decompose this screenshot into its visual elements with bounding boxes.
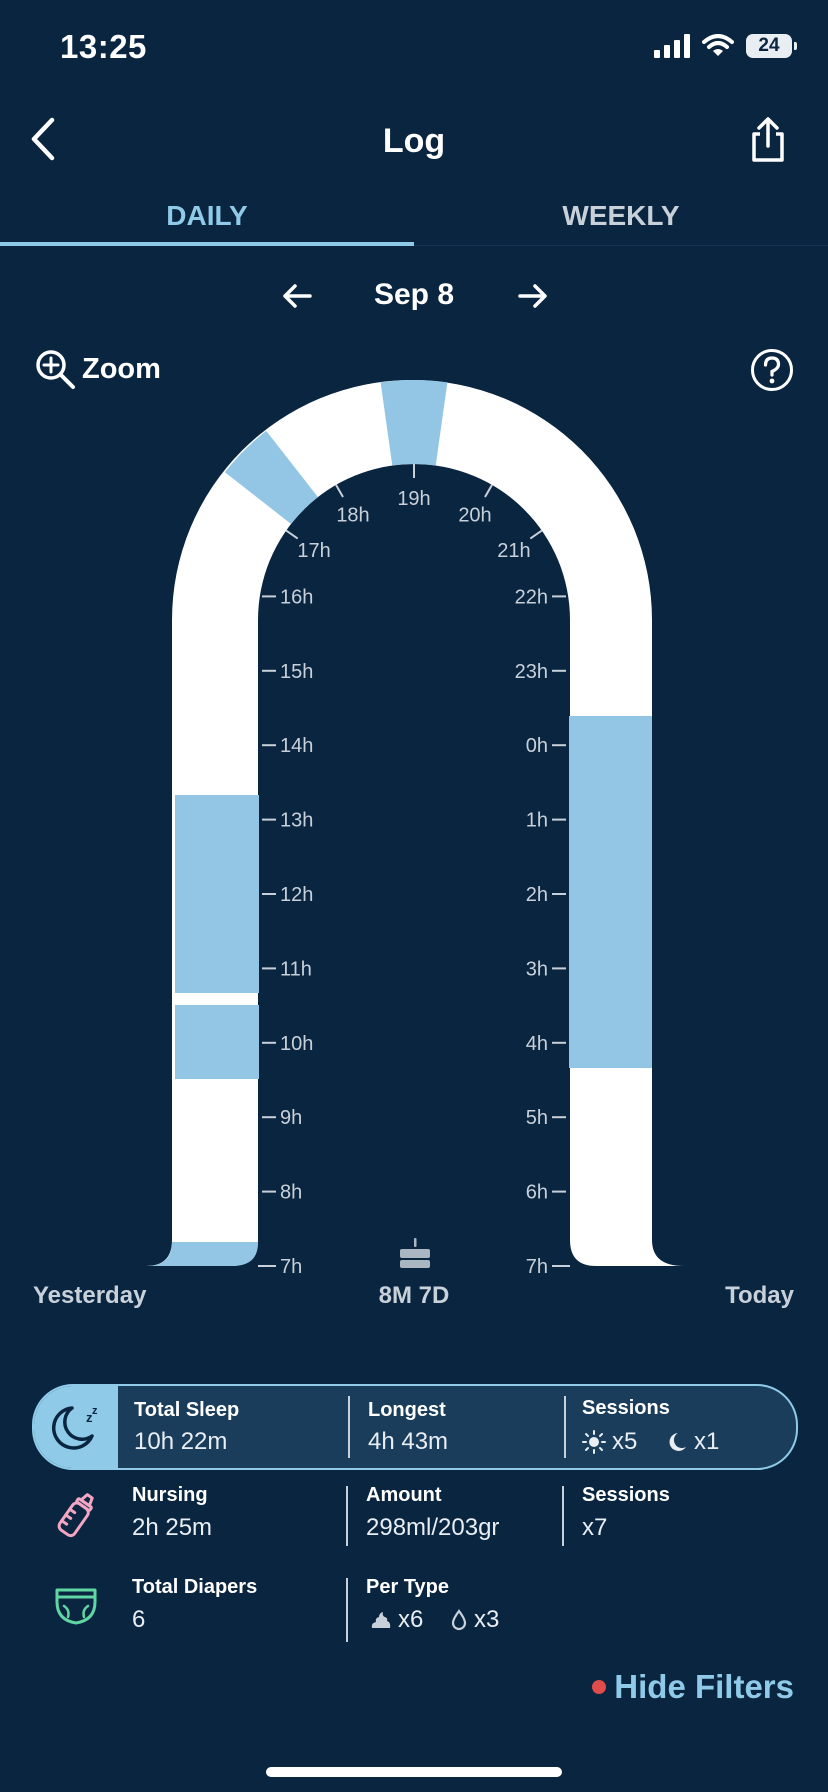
wet-count: x3 — [450, 1606, 499, 1634]
amount-label: Amount — [366, 1484, 442, 1506]
hour-label: 17h — [297, 540, 330, 562]
row-divider — [562, 1486, 564, 1546]
previous-day-arrow-icon[interactable] — [278, 276, 318, 316]
hour-tick — [484, 484, 493, 498]
day-sessions-count: x5 — [612, 1428, 638, 1455]
nursing-row[interactable]: Nursing 2h 25m Amount 298ml/203gr Sessio… — [32, 1480, 794, 1550]
hour-label: 0h — [526, 735, 548, 757]
hour-label: 15h — [280, 661, 313, 683]
hour-label: 12h — [280, 884, 313, 906]
longest-sleep-value: 4h 43m — [368, 1428, 449, 1455]
nursing-sessions-value: x7 — [582, 1514, 608, 1541]
hour-label: 4h — [526, 1033, 548, 1055]
hour-tick — [335, 484, 344, 498]
diaper-icon — [55, 1588, 97, 1625]
night-sleeps: x1 — [666, 1428, 719, 1456]
sleep-segment — [175, 1005, 259, 1079]
moon-icon — [669, 1433, 686, 1451]
hour-label: 18h — [336, 504, 369, 526]
tab-active-indicator — [0, 242, 414, 246]
sleep-segment — [175, 795, 259, 993]
water-drop-icon — [451, 1609, 467, 1631]
battery-level: 24 — [758, 35, 780, 56]
hour-label: 5h — [526, 1107, 548, 1129]
cellular-signal-icon — [654, 34, 690, 58]
amount-value: 298ml/203gr — [366, 1514, 500, 1541]
hour-label: 16h — [280, 586, 313, 608]
hour-label: 9h — [280, 1107, 302, 1129]
sleep-moon-icon: z z — [51, 1405, 98, 1450]
page-title: Log — [382, 122, 446, 160]
wifi-icon — [702, 34, 734, 56]
baby-bottle-icon — [57, 1493, 94, 1538]
sun-icon — [582, 1430, 606, 1454]
home-indicator — [266, 1767, 562, 1777]
hour-label: 2h — [526, 884, 548, 906]
total-diapers-label: Total Diapers — [132, 1576, 258, 1598]
day-naps: x5 — [582, 1428, 637, 1456]
next-day-arrow-icon[interactable] — [512, 276, 552, 316]
hour-label: 3h — [526, 958, 548, 980]
sleep-icon-box: z z — [34, 1386, 118, 1468]
hour-label: 8h — [280, 1182, 302, 1204]
birthday-cake-icon — [400, 1238, 430, 1268]
hour-label: 11h — [280, 958, 312, 980]
poop-count-value: x6 — [398, 1606, 424, 1633]
hour-label: 13h — [280, 810, 313, 832]
date-label: Sep 8 — [373, 278, 455, 311]
poop-icon — [371, 1612, 391, 1628]
sleep-sessions-label: Sessions — [582, 1397, 670, 1419]
nursing-label: Nursing — [132, 1484, 208, 1506]
poop-count: x6 — [370, 1606, 423, 1634]
hour-label: 19h — [397, 488, 430, 510]
hour-label: 14h — [280, 735, 313, 757]
hour-label: 23h — [515, 661, 548, 683]
longest-sleep-label: Longest — [368, 1399, 446, 1421]
hour-label: 7h — [526, 1256, 548, 1278]
sleep-summary-card[interactable]: z z Total Sleep 10h 22m Longest 4h 43m S… — [32, 1384, 798, 1470]
diapers-row[interactable]: Total Diapers 6 Per Type x6 x3 — [32, 1572, 794, 1642]
card-divider — [564, 1396, 566, 1458]
hour-label: 22h — [515, 586, 548, 608]
hide-filters-label: Hide Filters — [614, 1668, 794, 1705]
tab-weekly[interactable]: WEEKLY — [414, 200, 828, 232]
baby-age-label: 8M 7D — [378, 1282, 450, 1309]
hour-tick — [285, 529, 299, 540]
sleep-segment — [380, 380, 448, 466]
nursing-sessions-label: Sessions — [582, 1484, 670, 1506]
status-time: 13:25 — [60, 28, 147, 65]
total-sleep-label: Total Sleep — [134, 1399, 240, 1421]
hour-label: 10h — [280, 1033, 313, 1055]
per-type-label: Per Type — [366, 1576, 449, 1598]
hour-label: 21h — [497, 540, 530, 562]
hour-label: 6h — [526, 1182, 548, 1204]
night-sessions-count: x1 — [694, 1428, 720, 1455]
hour-label: 7h — [280, 1256, 302, 1278]
filter-active-dot — [592, 1680, 607, 1694]
hour-tick — [529, 529, 543, 540]
sleep-segment — [146, 1242, 258, 1266]
today-label: Today — [725, 1282, 794, 1309]
hide-filters-button[interactable]: Hide Filters — [592, 1668, 794, 1706]
status-icons: 24 — [654, 34, 797, 58]
sleep-segment — [569, 716, 652, 1068]
card-divider — [348, 1396, 350, 1458]
svg-text:z: z — [92, 1405, 98, 1417]
total-diapers-value: 6 — [132, 1606, 146, 1633]
yesterday-label: Yesterday — [33, 1282, 147, 1309]
row-divider — [346, 1578, 348, 1642]
row-divider — [346, 1486, 348, 1546]
sleep-arch-chart: 7h 8h 9h 10h 11h 12h 13h 14h 15h 16h 22h 23h 0h 1h 2h 3… — [146, 380, 684, 1278]
battery-icon: 24 — [746, 34, 797, 58]
total-sleep-value: 10h 22m — [134, 1428, 228, 1455]
nursing-value: 2h 25m — [132, 1514, 213, 1541]
share-icon[interactable] — [746, 116, 790, 164]
tab-daily[interactable]: DAILY — [0, 200, 414, 232]
hour-label: 20h — [458, 504, 491, 526]
wet-count-value: x3 — [474, 1606, 500, 1633]
hour-label: 1h — [526, 810, 548, 832]
